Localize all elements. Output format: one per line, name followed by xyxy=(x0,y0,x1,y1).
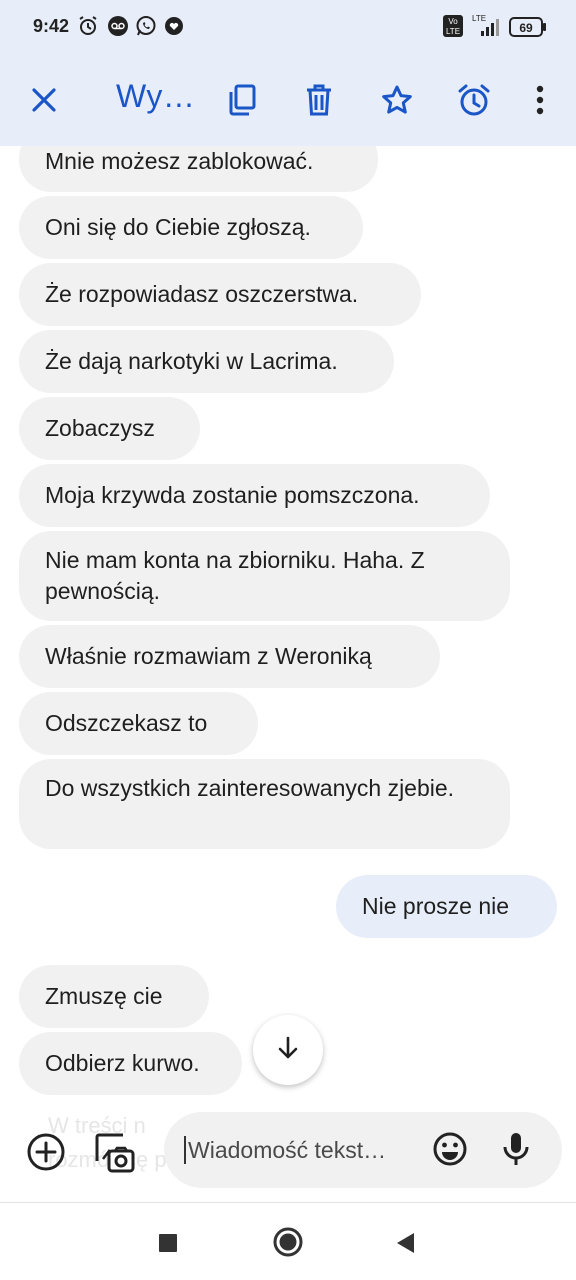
lte-label: LTE xyxy=(472,14,486,23)
whatsapp-icon xyxy=(135,15,157,42)
message-bubble[interactable]: Właśnie rozmawiam z Weroniką xyxy=(19,625,440,688)
alarm-icon xyxy=(78,15,98,42)
message-bubble[interactable]: Odszczekasz to xyxy=(19,692,258,755)
message-bubble[interactable]: Zmuszę cie xyxy=(19,965,209,1028)
heart-shield-icon xyxy=(164,15,184,42)
add-circle-icon[interactable] xyxy=(25,1131,67,1173)
app-bar: Wy… xyxy=(0,54,576,146)
svg-text:LTE: LTE xyxy=(446,27,460,36)
conversation-list[interactable]: Mnie możesz zablokować. Oni się do Ciebi… xyxy=(0,146,576,1106)
alarm-icon[interactable] xyxy=(452,78,496,122)
voicemail-icon xyxy=(107,15,129,42)
message-bubble[interactable]: Do wszystkich zainteresowanych zjebie. xyxy=(19,759,510,849)
arrow-down-icon xyxy=(275,1035,301,1066)
status-time: 9:42 xyxy=(33,16,70,36)
battery-icon: 69 xyxy=(509,17,547,42)
gallery-icon[interactable] xyxy=(92,1130,136,1174)
message-bubble[interactable]: Mnie możesz zablokować. xyxy=(19,146,378,192)
emoji-icon[interactable] xyxy=(430,1129,470,1169)
message-bubble[interactable]: Nie mam konta na zbiorniku. Haha. Z pewn… xyxy=(19,531,510,621)
message-bubble[interactable]: Odbierz kurwo. xyxy=(19,1032,242,1095)
scroll-down-button[interactable] xyxy=(253,1015,323,1085)
system-nav-bar xyxy=(0,1203,576,1280)
message-input-placeholder: Wiadomość tekst… xyxy=(184,1136,386,1164)
message-bubble[interactable]: Zobaczysz xyxy=(19,397,200,460)
recents-square-icon[interactable] xyxy=(156,1231,180,1255)
signal-icon: LTE xyxy=(470,13,502,42)
message-bubble[interactable]: Moja krzywda zostanie pomszczona. xyxy=(19,464,490,527)
delete-icon[interactable] xyxy=(297,78,341,122)
more-vert-icon[interactable] xyxy=(518,78,562,122)
status-bar: 9:42 Vo LTE LTE 69 xyxy=(0,0,576,54)
message-input[interactable]: Wiadomość tekst… xyxy=(164,1112,562,1188)
svg-text:Vo: Vo xyxy=(448,17,458,26)
message-bubble[interactable]: Że rozpowiadasz oszczerstwa. xyxy=(19,263,421,326)
message-bubble-outgoing[interactable]: Nie prosze nie xyxy=(336,875,557,938)
back-triangle-icon[interactable] xyxy=(392,1230,418,1256)
message-bubble[interactable]: Oni się do Ciebie zgłoszą. xyxy=(19,196,363,259)
message-bubble[interactable]: Że dają narkotyki w Lacrima. xyxy=(19,330,394,393)
volte-icon: Vo LTE xyxy=(443,15,463,42)
home-circle-icon[interactable] xyxy=(271,1225,305,1259)
mic-icon[interactable] xyxy=(496,1129,536,1169)
copy-icon[interactable] xyxy=(220,78,264,122)
conversation-title[interactable]: Wy… xyxy=(116,78,195,115)
battery-level: 69 xyxy=(519,21,533,35)
close-icon[interactable] xyxy=(22,78,66,122)
star-icon[interactable] xyxy=(375,78,419,122)
